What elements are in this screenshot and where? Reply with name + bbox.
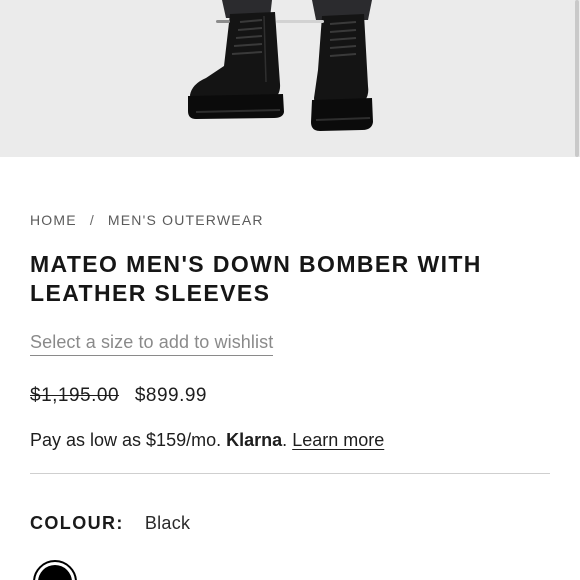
carousel-dot[interactable] bbox=[276, 20, 324, 23]
colour-selector-label: COLOUR: Black bbox=[30, 513, 190, 534]
learn-more-link[interactable]: Learn more bbox=[292, 430, 384, 450]
wishlist-prompt-link[interactable]: Select a size to add to wishlist bbox=[30, 332, 274, 356]
product-title: MATEO MEN'S DOWN BOMBER WITH LEATHER SLE… bbox=[30, 251, 482, 306]
price-block: $1,195.00 $899.99 bbox=[30, 385, 207, 407]
colour-swatch-fill bbox=[38, 565, 72, 580]
divider bbox=[30, 473, 550, 474]
carousel-dot-active[interactable] bbox=[216, 20, 230, 23]
selected-colour-value: Black bbox=[144, 513, 191, 533]
financing-text: Pay as low as $159/mo. bbox=[30, 430, 222, 450]
carousel-indicator[interactable] bbox=[216, 20, 324, 24]
financing-message: Pay as low as $159/mo. Klarna. Learn mor… bbox=[30, 430, 384, 451]
sale-price: $899.99 bbox=[134, 385, 207, 406]
product-image-carousel[interactable] bbox=[0, 0, 580, 157]
financing-punctuation: . bbox=[282, 430, 288, 450]
breadcrumb-separator: / bbox=[89, 212, 95, 228]
colour-swatch-black[interactable] bbox=[33, 560, 77, 580]
klarna-logo: Klarna bbox=[226, 430, 283, 450]
product-page: HOME / MEN'S OUTERWEAR MATEO MEN'S DOWN BO… bbox=[0, 0, 580, 580]
breadcrumb-category-link[interactable]: MEN'S OUTERWEAR bbox=[108, 212, 264, 228]
colour-label: COLOUR: bbox=[30, 513, 124, 533]
scrollbar[interactable] bbox=[575, 0, 579, 157]
breadcrumb-home-link[interactable]: HOME bbox=[30, 212, 77, 228]
original-price: $1,195.00 bbox=[30, 385, 120, 406]
breadcrumb: HOME / MEN'S OUTERWEAR bbox=[30, 212, 264, 228]
